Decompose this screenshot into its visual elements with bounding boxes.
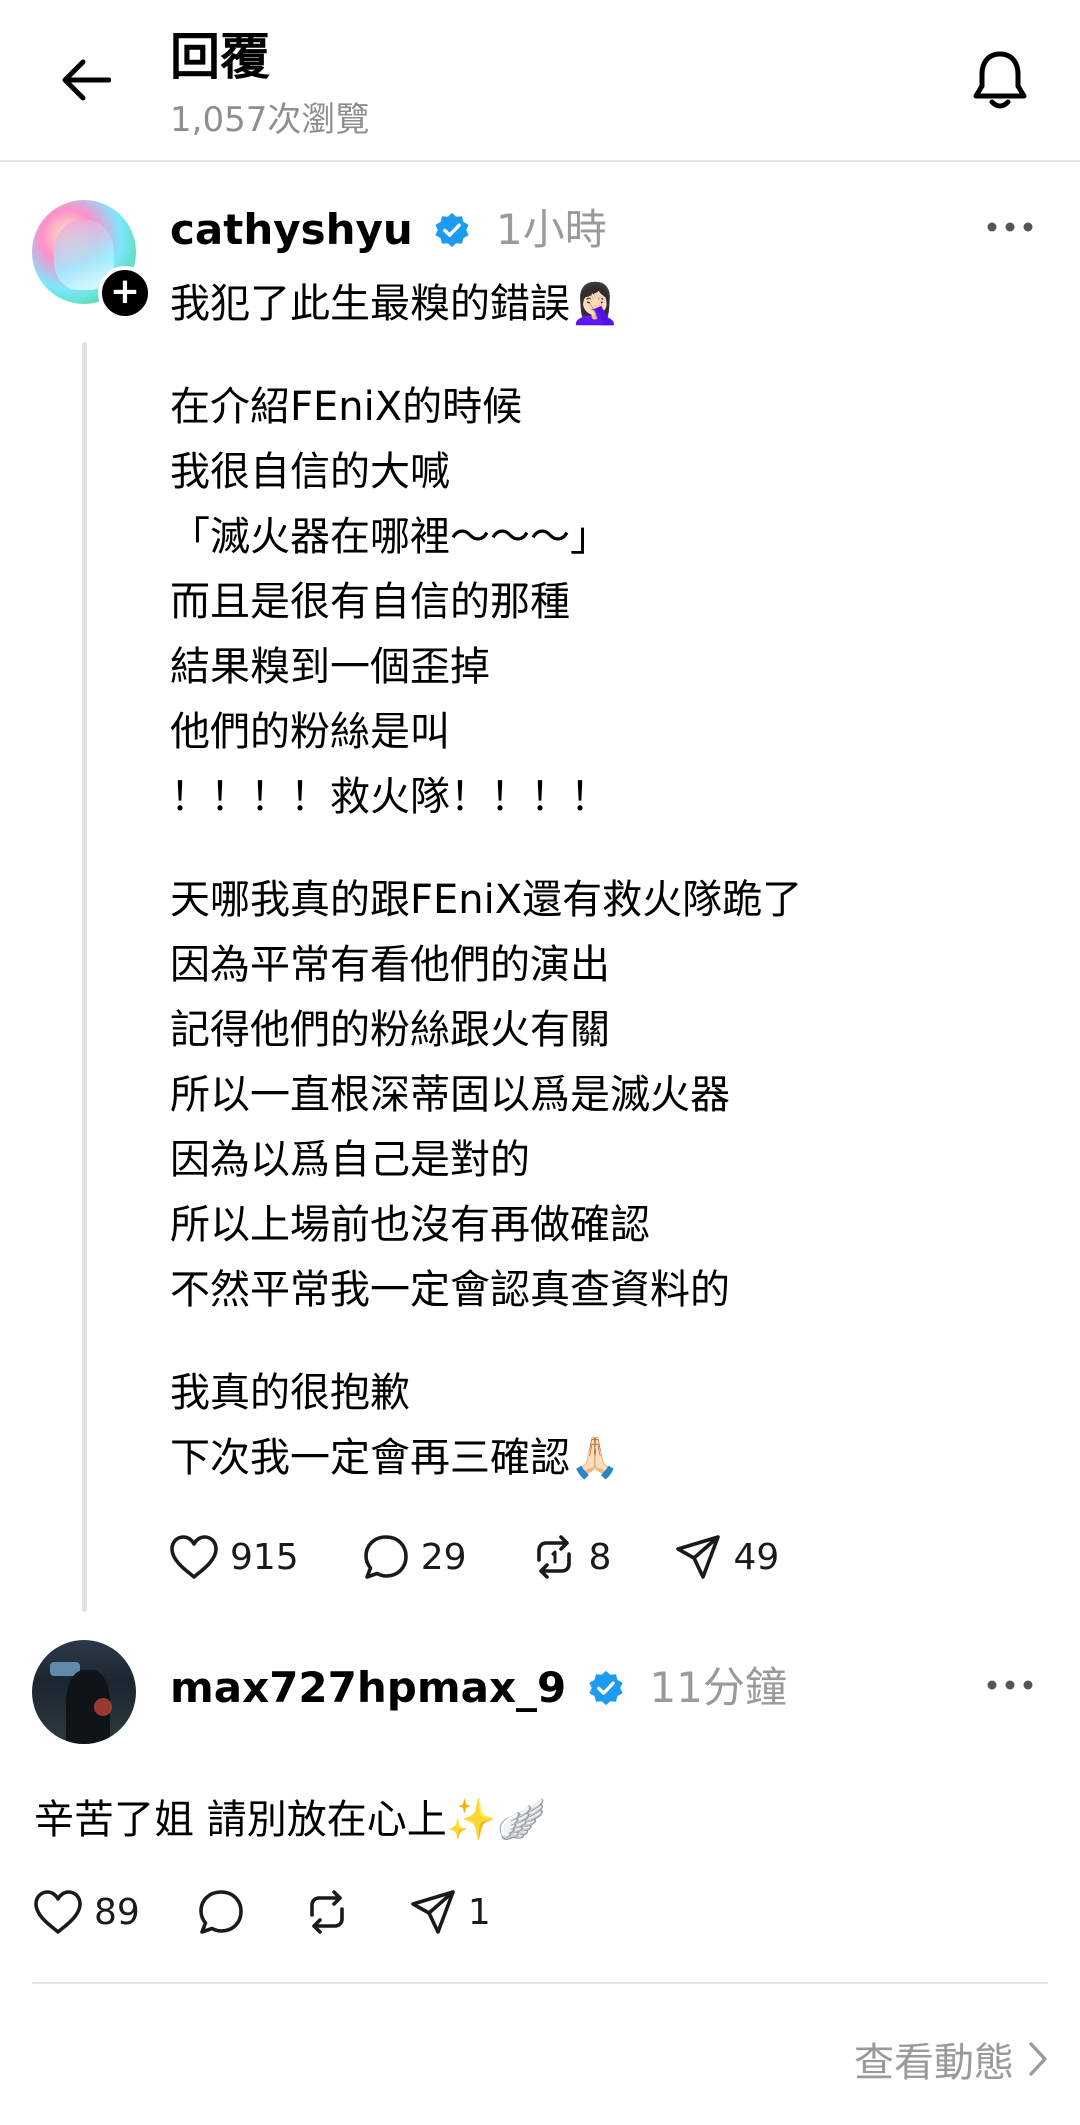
comment-count: 29	[420, 1536, 467, 1578]
verified-badge-icon	[435, 212, 470, 247]
divider	[32, 1982, 1048, 1984]
post-line: 下次我一定會再三確認🙏🏻	[170, 1435, 620, 1481]
like-count: 89	[94, 1891, 140, 1933]
post-line: 「滅火器在哪裡〜〜〜」	[170, 514, 610, 560]
view-activity-label: 查看動態	[854, 2040, 1014, 2086]
arrow-left-icon	[62, 59, 111, 101]
view-activity-link[interactable]: 查看動態	[854, 2030, 1048, 2088]
more-options-button[interactable]	[980, 202, 1040, 252]
share-button[interactable]: 1	[408, 1887, 491, 1937]
comment-button[interactable]	[196, 1887, 246, 1937]
page-title: 回覆	[170, 28, 270, 86]
repost-button[interactable]	[302, 1887, 352, 1937]
post-time: 1小時	[496, 205, 607, 254]
post-line: 因為平常有看他們的演出	[170, 942, 610, 988]
post-paragraph: 我真的很抱歉 下次我一定會再三確認🙏🏻	[170, 1361, 1030, 1491]
post-line: ！！！！救火隊！！！！	[170, 774, 610, 820]
avatar-image	[94, 1698, 112, 1716]
repost-count: 8	[588, 1536, 612, 1578]
share-count: 49	[733, 1536, 780, 1578]
post-line: 在介紹FEniX的時候	[170, 384, 523, 430]
chevron-right-icon	[1029, 2042, 1047, 2076]
post-line: 不然平常我一定會認真查資料的	[170, 1267, 730, 1313]
reply-text: 辛苦了姐 請別放在心上✨🪽	[34, 1797, 547, 1843]
post-line: 結果糗到一個歪掉	[170, 644, 490, 690]
send-icon	[411, 1890, 455, 1934]
share-count: 1	[467, 1891, 491, 1933]
follow-plus-icon[interactable]: +	[98, 266, 152, 320]
verified-badge-icon	[589, 1670, 623, 1705]
username[interactable]: cathyshyu	[170, 205, 413, 254]
bell-icon	[973, 51, 1027, 109]
reply-time: 11分鐘	[649, 1663, 787, 1712]
reply-actions: 89 1	[32, 1882, 547, 1942]
post-line: 所以上場前也沒有再做確認	[170, 1202, 650, 1248]
username[interactable]: max727hpmax_9	[170, 1663, 566, 1712]
comment-bubble-icon	[363, 1535, 408, 1579]
thread-line	[82, 342, 87, 1612]
post-line: 因為以爲自己是對的	[170, 1137, 530, 1183]
more-horizontal-icon	[987, 222, 1033, 232]
post-actions: 915 29 8 49	[168, 1527, 841, 1587]
post-first-line: 我犯了此生最糗的錯誤🤦🏻‍♀️	[170, 281, 620, 327]
more-options-button[interactable]	[980, 1660, 1040, 1710]
more-horizontal-icon	[987, 1680, 1033, 1690]
post-line: 我很自信的大喊	[170, 449, 450, 495]
post-line: 天哪我真的跟FEniX還有救火隊跪了	[170, 877, 803, 923]
avatar[interactable]	[32, 1640, 136, 1744]
post-line: 記得他們的粉絲跟火有關	[170, 1007, 610, 1053]
repost-icon	[536, 1535, 571, 1579]
comment-bubble-icon	[199, 1890, 243, 1934]
view-count: 1,057次瀏覽	[170, 100, 370, 140]
like-button[interactable]: 915	[168, 1533, 299, 1581]
send-icon	[676, 1535, 721, 1579]
back-button[interactable]	[50, 45, 120, 115]
post-line: 他們的粉絲是叫	[170, 709, 450, 755]
post-line: 我真的很抱歉	[170, 1370, 410, 1416]
repost-button[interactable]: 8	[529, 1532, 612, 1582]
share-button[interactable]: 49	[673, 1532, 779, 1582]
main-post: + cathyshyu 1小時 我犯了此生最糗的錯誤🤦🏻‍♀️ 在介紹FEniX…	[0, 162, 1080, 1612]
heart-icon	[170, 1535, 218, 1579]
reply-header: max727hpmax_9 11分鐘	[170, 1660, 787, 1716]
post-line: 而且是很有自信的那種	[170, 579, 570, 625]
top-bar: 回覆 1,057次瀏覽	[0, 0, 1080, 162]
comment-button[interactable]: 29	[361, 1532, 467, 1582]
post-body: 我犯了此生最糗的錯誤🤦🏻‍♀️ 在介紹FEniX的時候 我很自信的大喊 「滅火器…	[170, 272, 1030, 1529]
repost-icon	[310, 1890, 344, 1934]
like-button[interactable]: 89	[32, 1888, 140, 1936]
reply-post: max727hpmax_9 11分鐘 辛苦了姐 請別放在心上✨🪽 89 1	[0, 1630, 1080, 1980]
post-paragraph: 天哪我真的跟FEniX還有救火隊跪了 因為平常有看他們的演出 記得他們的粉絲跟火…	[170, 868, 1030, 1323]
notifications-button[interactable]	[960, 40, 1040, 120]
post-line: 所以一直根深蒂固以爲是滅火器	[170, 1072, 730, 1118]
post-header: cathyshyu 1小時	[170, 202, 607, 258]
like-count: 915	[230, 1536, 299, 1578]
heart-icon	[34, 1890, 82, 1934]
post-paragraph: 在介紹FEniX的時候 我很自信的大喊 「滅火器在哪裡〜〜〜」 而且是很有自信的…	[170, 375, 1030, 830]
